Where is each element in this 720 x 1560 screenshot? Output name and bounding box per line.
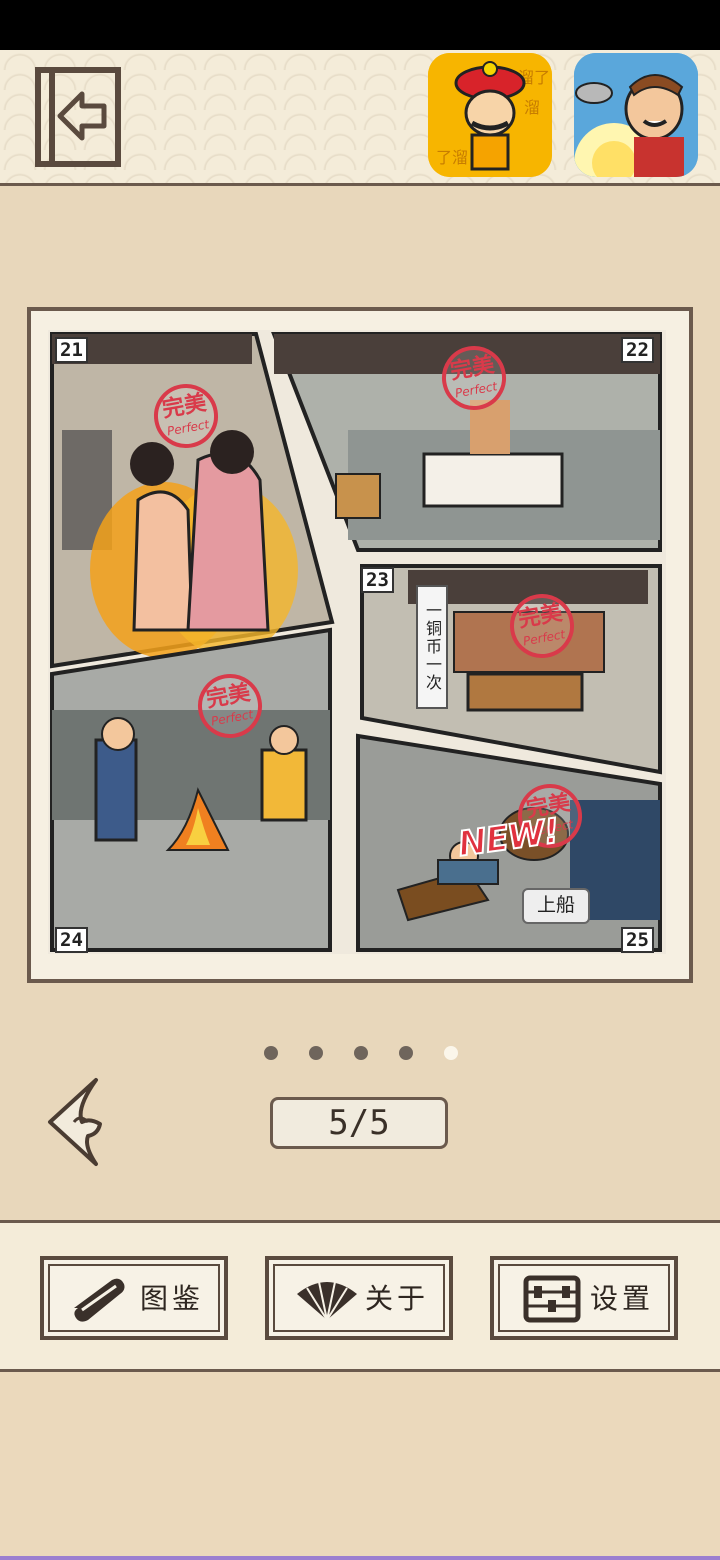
comic-panels-art <box>50 332 662 952</box>
about-button[interactable]: 关于 <box>265 1256 453 1340</box>
panel-number: 24 <box>55 927 88 953</box>
panel-number: 22 <box>621 337 654 363</box>
prev-page-arrow-icon[interactable] <box>44 1076 104 1168</box>
ad-app-chef-icon[interactable] <box>574 53 698 177</box>
settings-label: 设置 <box>590 1282 655 1315</box>
about-label: 关于 <box>365 1282 430 1315</box>
panel-number: 21 <box>55 337 88 363</box>
status-bar <box>0 0 720 50</box>
page-indicator: 5/5 <box>270 1097 448 1149</box>
shop-sign: 一铜币一次 <box>416 585 448 709</box>
page-dot[interactable] <box>309 1046 323 1060</box>
svg-text:溜: 溜 <box>524 98 540 117</box>
panel-number: 25 <box>621 927 654 953</box>
lower-background <box>0 1372 720 1560</box>
abacus-icon <box>523 1275 581 1323</box>
page-dot[interactable] <box>354 1046 368 1060</box>
page-dot-active[interactable] <box>444 1046 458 1060</box>
board-boat-button[interactable]: 上船 <box>522 888 590 924</box>
page-dot[interactable] <box>399 1046 413 1060</box>
ad-app-official-icon[interactable]: 溜了 溜 了溜 <box>428 53 552 177</box>
panel-number: 23 <box>361 567 394 593</box>
scroll-icon <box>74 1278 125 1322</box>
album-label: 图鉴 <box>140 1282 205 1315</box>
exit-door-arrow-icon[interactable] <box>34 66 122 168</box>
system-nav-line <box>0 1556 720 1560</box>
settings-button[interactable]: 设置 <box>490 1256 678 1340</box>
svg-text:了溜: 了溜 <box>436 148 468 167</box>
fan-icon <box>297 1281 357 1321</box>
album-button[interactable]: 图鉴 <box>40 1256 228 1340</box>
page-dot[interactable] <box>264 1046 278 1060</box>
